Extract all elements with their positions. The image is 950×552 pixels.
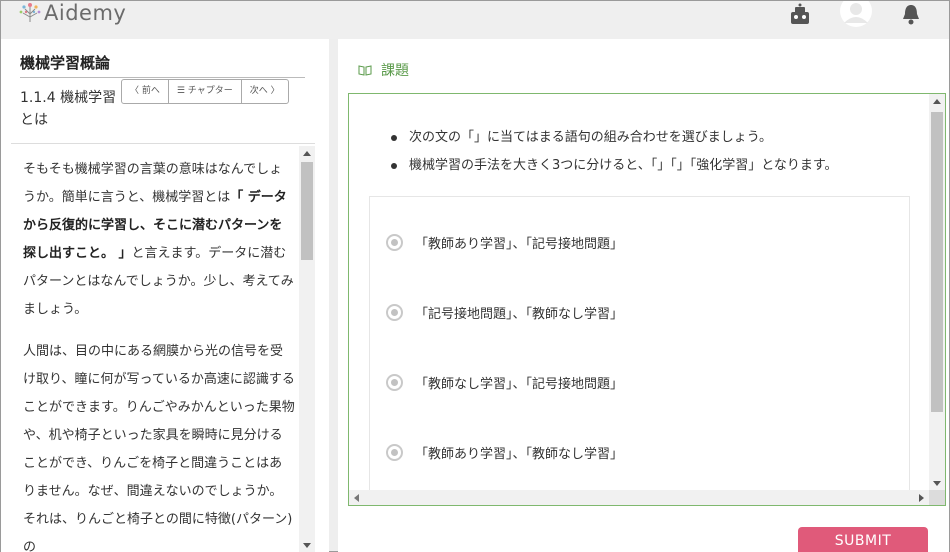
radio-dot-icon — [391, 449, 398, 456]
task-heading: 課題 — [358, 60, 409, 80]
instructions-list: 次の文の「」に当てはまる語句の組み合わせを選びましょう。 機械学習の手法を大きく… — [389, 124, 838, 180]
option-label: 「教師あり学習」、「教師なし学習」 — [415, 447, 624, 462]
lesson-nav: 〈 前へ ☰ チャプター 次へ 〉 — [121, 79, 289, 104]
scrollbar-corner — [929, 490, 945, 505]
scroll-down-icon[interactable] — [933, 481, 941, 486]
question-frame: 次の文の「」に当てはまる語句の組み合わせを選びましょう。 機械学習の手法を大きく… — [348, 93, 946, 506]
submit-button[interactable]: SUBMIT — [798, 527, 928, 552]
exercise-panel: 課題 次の文の「」に当てはまる語句の組み合わせを選びましょう。 機械学習の手法を… — [338, 39, 949, 552]
answer-option-2[interactable]: 「記号接地問題」、「教師なし学習」 — [386, 303, 623, 322]
lesson-paragraph: そもそも機械学習の言葉の意味はなんでしょうか。簡単に言うと、機械学習とは「 デー… — [23, 156, 295, 324]
radio-dot-icon — [391, 379, 398, 386]
instruction-item: 次の文の「」に当てはまる語句の組み合わせを選びましょう。 — [389, 124, 838, 152]
option-label: 「記号接地問題」、「教師なし学習」 — [415, 307, 624, 322]
divider — [20, 77, 305, 78]
horizontal-scrollbar[interactable] — [349, 490, 929, 505]
instruction-item: 機械学習の手法を大きく3つに分けると、「」「」「強化学習」となります。 — [389, 152, 838, 180]
option-label: 「教師なし学習」、「記号接地問題」 — [415, 377, 624, 392]
radio-button[interactable] — [386, 444, 403, 461]
radio-dot-icon — [391, 309, 398, 316]
scroll-thumb[interactable] — [931, 112, 943, 412]
answer-option-3[interactable]: 「教師なし学習」、「記号接地問題」 — [386, 373, 623, 392]
logo-text: Aidemy — [44, 1, 127, 25]
scroll-thumb[interactable] — [301, 162, 313, 260]
answer-option-4[interactable]: 「教師あり学習」、「教師なし学習」 — [386, 443, 623, 462]
logo-tree-icon — [19, 3, 41, 22]
app-header: Aidemy — [1, 1, 949, 39]
radio-button[interactable] — [386, 304, 403, 321]
book-icon — [358, 64, 372, 76]
scroll-right-icon[interactable] — [919, 494, 924, 502]
avatar[interactable] — [839, 1, 873, 27]
scroll-up-icon[interactable] — [933, 99, 941, 104]
scroll-left-icon[interactable] — [354, 494, 359, 502]
question-scrollbar[interactable] — [929, 94, 945, 491]
next-button[interactable]: 次へ 〉 — [240, 80, 288, 103]
lesson-panel: 機械学習概論 1.1.4 機械学習とは 〈 前へ ☰ チャプター 次へ 〉 そも… — [1, 39, 329, 552]
option-label: 「教師あり学習」、「記号接地問題」 — [415, 237, 624, 252]
task-label: 課題 — [381, 63, 409, 79]
logo[interactable]: Aidemy — [17, 1, 126, 25]
robot-icon[interactable] — [788, 3, 812, 25]
bell-icon[interactable] — [902, 3, 920, 25]
answer-options: 「教師あり学習」、「記号接地問題」 「記号接地問題」、「教師なし学習」 「教師な… — [369, 196, 910, 496]
prev-button[interactable]: 〈 前へ — [122, 80, 168, 103]
answer-option-1[interactable]: 「教師あり学習」、「記号接地問題」 — [386, 233, 623, 252]
scroll-up-icon[interactable] — [303, 151, 311, 156]
section-title: 1.1.4 機械学習とは — [20, 90, 117, 128]
chapter-title: 機械学習概論 — [20, 54, 111, 72]
scroll-down-icon[interactable] — [303, 543, 311, 548]
radio-button[interactable] — [386, 374, 403, 391]
radio-dot-icon — [391, 239, 398, 246]
lesson-paragraph: 人間は、目の中にある網膜から光の信号を受け取り、瞳に何が写っているか高速に認識す… — [23, 344, 295, 552]
chapter-button[interactable]: ☰ チャプター — [167, 80, 241, 103]
radio-button[interactable] — [386, 234, 403, 251]
lesson-content[interactable]: そもそも機械学習の言葉の意味はなんでしょうか。簡単に言うと、機械学習とは「 デー… — [11, 143, 315, 552]
content-scrollbar[interactable] — [299, 146, 315, 552]
